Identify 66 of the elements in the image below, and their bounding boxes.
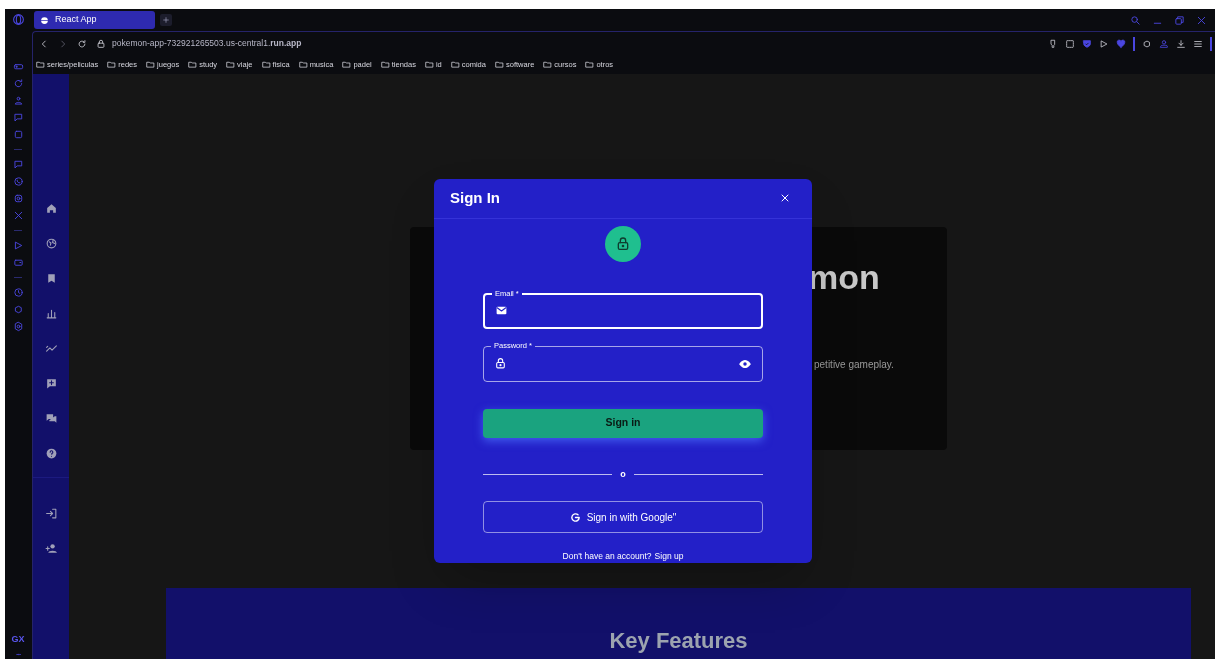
divider-text: o [620, 467, 626, 481]
folder-icon [107, 60, 117, 69]
google-icon [569, 511, 581, 523]
login-icon[interactable] [44, 507, 58, 520]
gamepad-icon[interactable] [12, 61, 24, 72]
square-icon[interactable] [12, 129, 24, 140]
forward-icon[interactable] [58, 38, 68, 49]
folder-icon [36, 60, 45, 69]
chat-icon[interactable] [12, 159, 24, 170]
folder-icon [188, 60, 198, 69]
footer-text: Don't have an account? [562, 550, 652, 563]
lock-icon [615, 235, 631, 252]
address-bar[interactable]: pokemon-app-732921265503.us-central1.run.app [112, 37, 302, 50]
section-title: Key Features [609, 628, 748, 654]
folder-icon [298, 60, 308, 69]
sign-in-button[interactable]: Sign in [483, 408, 763, 438]
add-comment-icon[interactable] [44, 377, 58, 390]
folder-icon [261, 60, 271, 69]
folder-icon [380, 60, 390, 69]
search-icon[interactable] [1130, 14, 1141, 26]
folder-icon [342, 60, 352, 69]
heart-icon[interactable] [1116, 38, 1126, 49]
restore-icon[interactable] [1174, 14, 1185, 26]
plus-icon [162, 16, 170, 24]
close-icon[interactable] [1196, 14, 1207, 26]
snapshot-icon[interactable] [1065, 38, 1075, 49]
menu-icon[interactable] [1193, 38, 1203, 49]
more-icon[interactable] [13, 652, 23, 657]
sign-up-link[interactable]: Sign up [654, 550, 684, 563]
folder-icon [585, 60, 595, 69]
folder-icon [146, 60, 156, 69]
refresh-icon[interactable] [12, 78, 24, 89]
shield-icon[interactable] [1082, 38, 1092, 49]
chat-icon[interactable] [12, 112, 24, 123]
person-icon[interactable] [12, 95, 24, 106]
browser-logo-icon [11, 13, 25, 26]
reload-icon[interactable] [77, 38, 87, 49]
camera-icon[interactable] [12, 193, 24, 204]
lock-icon [494, 357, 507, 371]
dialog-title: Sign In [450, 188, 500, 209]
folder-icon [494, 60, 504, 69]
person-icon[interactable] [1159, 38, 1169, 49]
settings-icon[interactable] [12, 321, 24, 332]
phone-icon[interactable] [12, 176, 24, 187]
download-icon[interactable] [1176, 38, 1186, 49]
hero-text: petitive gameplay. [814, 358, 895, 372]
browser-tab[interactable]: React App [34, 11, 155, 29]
gx-label[interactable]: GX [11, 632, 25, 646]
help-icon[interactable] [44, 447, 58, 460]
folder-icon [543, 60, 553, 69]
forum-icon[interactable] [44, 412, 58, 425]
lock-icon [96, 38, 106, 49]
play-icon[interactable] [1099, 38, 1109, 49]
bar-chart-icon[interactable] [44, 307, 58, 320]
person-add-icon[interactable] [44, 542, 58, 555]
folder-icon [226, 60, 236, 69]
new-tab-button[interactable] [160, 14, 172, 26]
wallet-icon[interactable] [12, 257, 24, 268]
home-icon[interactable] [44, 202, 58, 215]
back-icon[interactable] [39, 38, 49, 49]
clock-icon[interactable] [12, 287, 24, 298]
google-sign-in-button[interactable]: Sign in with Google" [483, 501, 763, 534]
folder-icon [424, 60, 434, 69]
trend-icon[interactable] [44, 342, 58, 355]
folder-icon [450, 60, 460, 69]
x-icon[interactable] [12, 210, 24, 221]
